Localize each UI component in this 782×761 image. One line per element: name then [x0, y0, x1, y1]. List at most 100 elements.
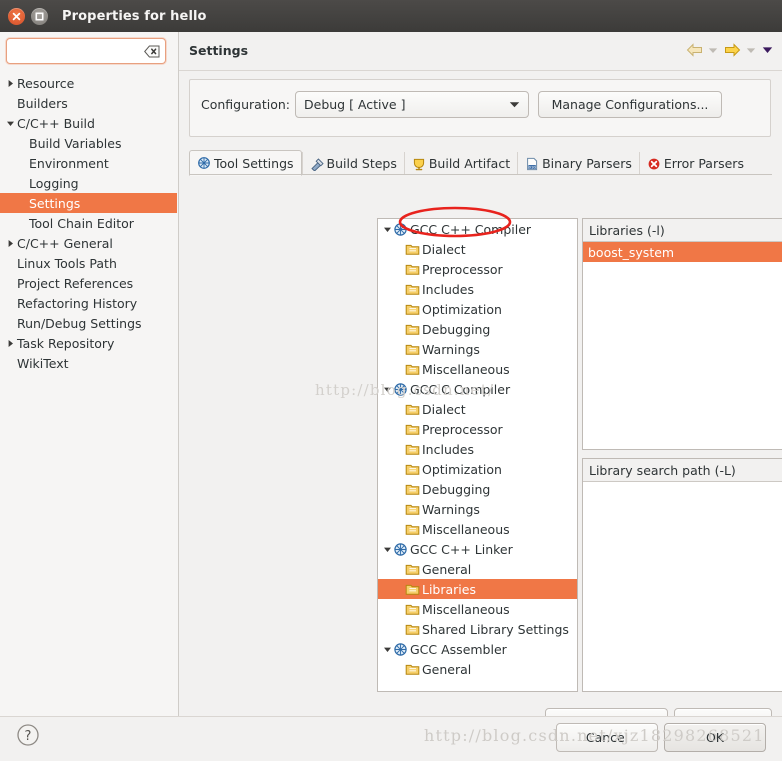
sidebar-item-build-variables[interactable]: Build Variables — [0, 133, 177, 153]
filter-box[interactable] — [6, 38, 166, 64]
tool-tree-item-gcc-c-compiler[interactable]: GCC C Compiler — [378, 379, 577, 399]
help-icon[interactable]: ? — [16, 723, 40, 747]
tool-tree-item-optimization[interactable]: Optimization — [378, 299, 577, 319]
tool-tree-item-miscellaneous[interactable]: Miscellaneous — [378, 599, 577, 619]
option-category-icon — [405, 602, 422, 616]
list-item[interactable]: boost_system — [583, 242, 782, 262]
sidebar-item-resource[interactable]: Resource — [0, 73, 177, 93]
tool-tree-item-dialect[interactable]: Dialect — [378, 399, 577, 419]
tool-tree-item-miscellaneous[interactable]: Miscellaneous — [378, 519, 577, 539]
view-menu-chevron-down-icon[interactable] — [760, 40, 774, 60]
manage-configurations-button[interactable]: Manage Configurations... — [538, 91, 722, 118]
filter-input[interactable] — [13, 42, 125, 60]
tool-tree-item-label: General — [422, 661, 472, 677]
settings-tab-bar[interactable]: Tool Settings Build Steps Build Artifact 01… — [189, 150, 772, 176]
tool-settings-tree[interactable]: GCC C++ Compiler Dialect Preprocessor Inclu… — [377, 218, 578, 692]
forward-arrow-icon[interactable] — [722, 40, 742, 60]
sidebar-item-run-debug-settings[interactable]: Run/Debug Settings — [0, 313, 177, 333]
sidebar-item-label: WikiText — [17, 355, 69, 371]
error-parsers-icon — [647, 157, 661, 171]
tool-tree-item-label: Includes — [422, 441, 475, 457]
sidebar-item-label: Linux Tools Path — [17, 255, 117, 271]
sidebar-item-label: Logging — [29, 175, 79, 191]
sidebar-item-label: Run/Debug Settings — [17, 315, 142, 331]
tab-binary-parsers[interactable]: 010 Binary Parsers — [517, 152, 639, 175]
tool-tree-item-label: GCC C++ Compiler — [410, 221, 532, 237]
page-title: Settings — [189, 43, 249, 58]
tool-tree-item-preprocessor[interactable]: Preprocessor — [378, 419, 577, 439]
sidebar-item-c-c-general[interactable]: C/C++ General — [0, 233, 177, 253]
tool-tree-item-preprocessor[interactable]: Preprocessor — [378, 259, 577, 279]
tool-tree-item-general[interactable]: General — [378, 659, 577, 679]
sidebar-item-settings[interactable]: Settings — [0, 193, 177, 213]
tool-tree-item-debugging[interactable]: Debugging — [378, 479, 577, 499]
tool-tree-item-label: GCC Assembler — [410, 641, 507, 657]
tool-tree-item-shared-library-settings[interactable]: Shared Library Settings — [378, 619, 577, 639]
tool-icon — [393, 542, 410, 557]
tab-build-artifact[interactable]: Build Artifact — [403, 152, 517, 175]
option-category-icon — [405, 402, 422, 416]
option-category-icon — [405, 262, 422, 276]
tool-tree-item-label: Preprocessor — [422, 261, 503, 277]
page-nav-toolbar — [684, 40, 774, 60]
sidebar-item-refactoring-history[interactable]: Refactoring History — [0, 293, 177, 313]
tool-tree-item-libraries[interactable]: Libraries — [378, 579, 577, 599]
sidebar-item-label: Task Repository — [17, 335, 115, 351]
build-steps-icon — [310, 157, 324, 172]
forward-menu-chevron-down-icon[interactable] — [744, 40, 758, 60]
settings-tree[interactable]: Resource Builders C/C++ Build Build Variabl… — [0, 70, 177, 698]
tab-tool-settings[interactable]: Tool Settings — [189, 150, 302, 176]
sidebar-item-label: Build Variables — [29, 135, 122, 151]
sidebar-item-linux-tools-path[interactable]: Linux Tools Path — [0, 253, 177, 273]
libraries-list[interactable]: boost_system — [583, 242, 782, 450]
cancel-button[interactable]: Cancel — [556, 723, 658, 752]
tool-tree-item-gcc-c-linker[interactable]: GCC C++ Linker — [378, 539, 577, 559]
build-artifact-icon — [412, 157, 426, 171]
tool-tree-item-label: Preprocessor — [422, 421, 503, 437]
tool-tree-item-debugging[interactable]: Debugging — [378, 319, 577, 339]
page-header: Settings — [179, 32, 782, 71]
option-category-icon — [405, 322, 422, 336]
sidebar-item-tool-chain-editor[interactable]: Tool Chain Editor — [0, 213, 177, 233]
ok-button[interactable]: OK — [664, 723, 766, 752]
tool-tree-item-miscellaneous[interactable]: Miscellaneous — [378, 359, 577, 379]
tool-tree-item-includes[interactable]: Includes — [378, 439, 577, 459]
tool-tree-item-gcc-assembler[interactable]: GCC Assembler — [378, 639, 577, 659]
library-search-path-list[interactable] — [583, 482, 782, 692]
tool-tree-item-label: Includes — [422, 281, 475, 297]
tab-label: Error Parsers — [663, 156, 744, 171]
tool-tree-item-includes[interactable]: Includes — [378, 279, 577, 299]
settings-page: Settings Configuration: Debug [Active]… — [179, 32, 782, 735]
tab-error-parsers[interactable]: Error Parsers — [638, 152, 751, 175]
back-arrow-icon[interactable] — [684, 40, 704, 60]
sidebar-item-task-repository[interactable]: Task Repository — [0, 333, 177, 353]
tool-icon — [393, 382, 410, 397]
properties-dialog: Properties for hello Resource Builders C/C… — [0, 0, 782, 761]
sidebar-item-environment[interactable]: Environment — [0, 153, 177, 173]
sidebar-item-label: Environment — [29, 155, 109, 171]
clear-icon[interactable] — [144, 45, 160, 58]
tool-tree-item-warnings[interactable]: Warnings — [378, 499, 577, 519]
tab-label: Build Artifact — [428, 156, 511, 171]
sidebar-item-label: C/C++ Build — [17, 115, 95, 131]
sidebar-item-wikitext[interactable]: WikiText — [0, 353, 177, 373]
sidebar-item-logging[interactable]: Logging — [0, 173, 177, 193]
tab-build-steps[interactable]: Build Steps — [301, 152, 404, 175]
maximize-icon[interactable] — [31, 7, 48, 25]
sidebar-item-project-references[interactable]: Project References — [0, 273, 177, 293]
tool-tree-item-optimization[interactable]: Optimization — [378, 459, 577, 479]
tool-tree-item-warnings[interactable]: Warnings — [378, 339, 577, 359]
svg-text:010: 010 — [529, 165, 537, 169]
chevron-down-icon — [4, 119, 16, 128]
tool-tree-item-general[interactable]: General — [378, 559, 577, 579]
back-menu-chevron-down-icon[interactable] — [706, 40, 720, 60]
chevron-down-icon — [509, 101, 520, 108]
tab-underline — [189, 174, 772, 175]
close-icon[interactable] — [8, 7, 25, 25]
binary-parsers-icon: 010 — [525, 157, 539, 171]
sidebar-item-c-c-build[interactable]: C/C++ Build — [0, 113, 177, 133]
tool-tree-item-gcc-c-compiler[interactable]: GCC C++ Compiler — [378, 219, 577, 239]
sidebar-item-builders[interactable]: Builders — [0, 93, 177, 113]
tool-tree-item-dialect[interactable]: Dialect — [378, 239, 577, 259]
configuration-select[interactable]: Debug [ Active ] — [295, 91, 529, 118]
